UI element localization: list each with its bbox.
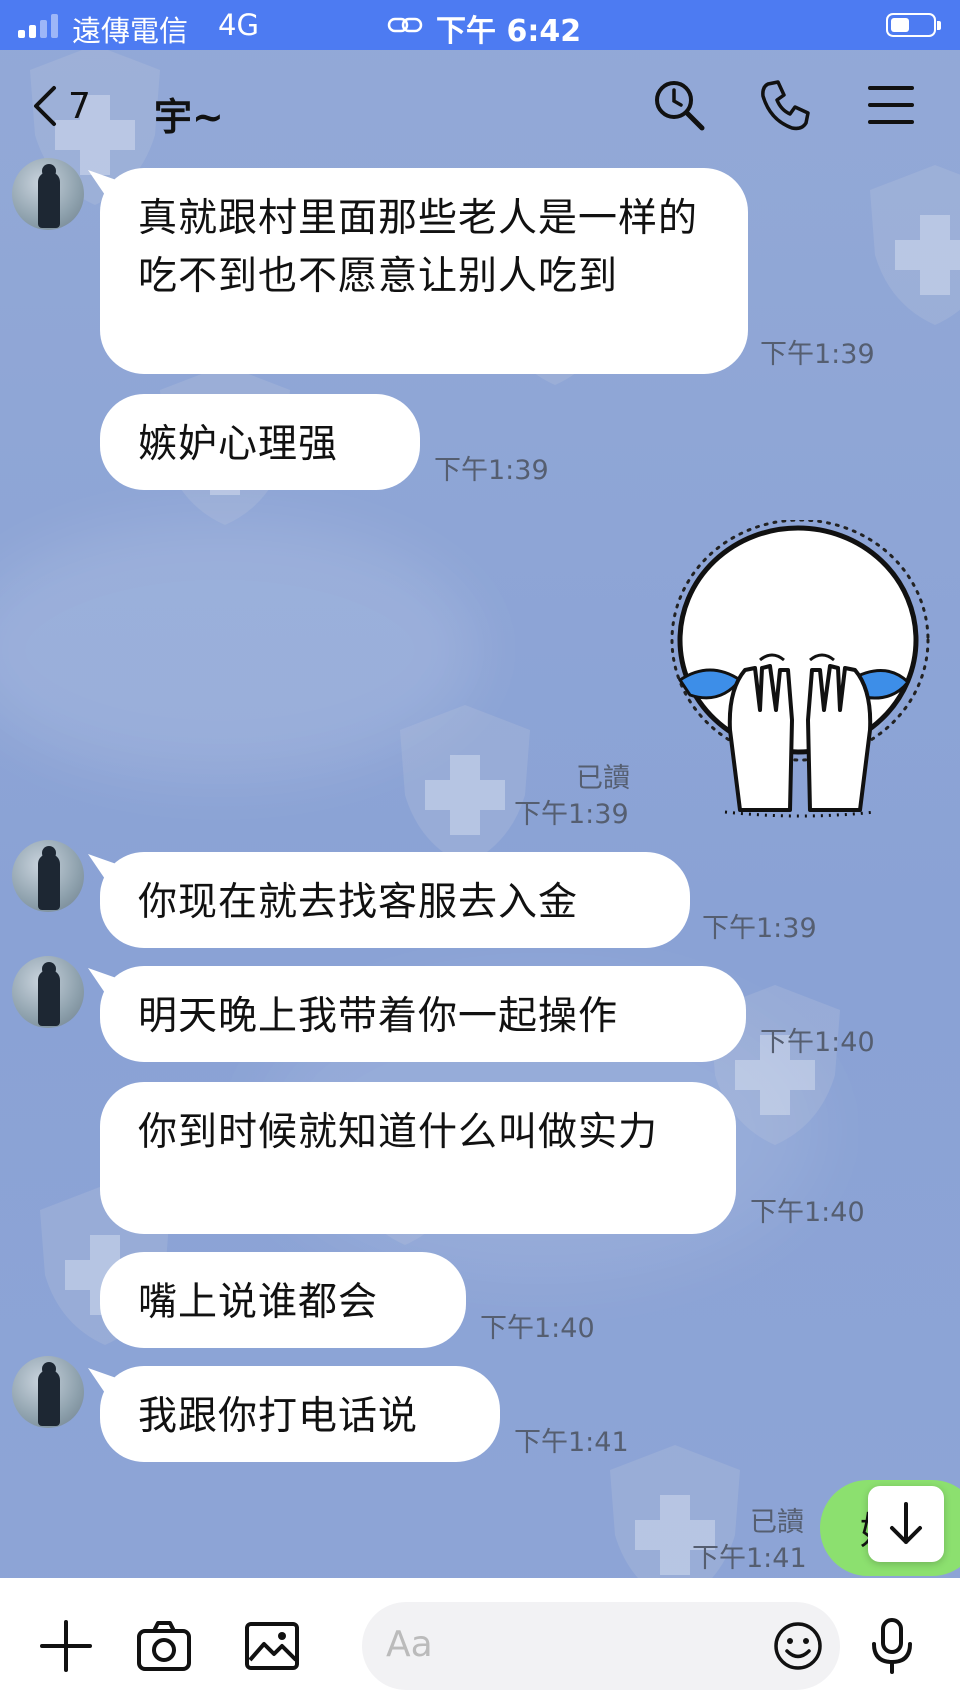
message-bubble[interactable]: 你到时候就知道什么叫做实力 bbox=[100, 1082, 736, 1234]
message-bubble[interactable]: 我跟你打电话说 bbox=[100, 1366, 500, 1462]
read-receipt: 已讀 bbox=[576, 763, 630, 794]
message-bubble[interactable]: 真就跟村里面那些老人是一样的 吃不到也不愿意让别人吃到 bbox=[100, 168, 748, 374]
emoji-icon[interactable] bbox=[768, 1616, 828, 1676]
chat-title: 宇~ bbox=[154, 95, 224, 139]
read-receipt: 已讀 bbox=[750, 1507, 804, 1538]
message-time: 下午1:39 bbox=[760, 339, 875, 370]
message-time: 下午1:40 bbox=[750, 1197, 865, 1228]
chat-header: 7 宇~ bbox=[0, 50, 960, 160]
message-text: 你到时候就知道什么叫做实力 bbox=[138, 1110, 659, 1155]
message-bubble[interactable]: 嘴上说谁都会 bbox=[100, 1252, 466, 1348]
chevron-left-icon bbox=[34, 86, 56, 126]
message-time: 下午1:39 bbox=[434, 455, 549, 486]
message-time: 下午1:41 bbox=[692, 1543, 807, 1574]
message-text: 嘴上说谁都会 bbox=[138, 1280, 379, 1325]
message-time: 下午1:40 bbox=[760, 1027, 875, 1058]
plus-icon[interactable] bbox=[36, 1616, 96, 1676]
crying-sticker[interactable] bbox=[650, 520, 930, 820]
message-input-bar: Aa bbox=[0, 1578, 960, 1708]
message-text: 你现在就去找客服去入金 bbox=[138, 880, 579, 925]
message-input[interactable]: Aa bbox=[362, 1602, 840, 1690]
avatar[interactable] bbox=[12, 956, 84, 1028]
link-icon bbox=[387, 17, 423, 33]
input-placeholder: Aa bbox=[386, 1624, 433, 1665]
message-bubble[interactable]: 你现在就去找客服去入金 bbox=[100, 852, 690, 948]
message-bubble[interactable]: 嫉妒心理强 bbox=[100, 394, 420, 490]
message-time: 下午1:39 bbox=[514, 799, 629, 830]
message-text: 嫉妒心理强 bbox=[138, 422, 339, 467]
status-time: 下午 6:42 bbox=[436, 14, 582, 49]
message-time: 下午1:39 bbox=[702, 913, 817, 944]
battery-icon bbox=[886, 13, 941, 37]
menu-icon[interactable] bbox=[864, 78, 918, 132]
back-button[interactable]: 7 bbox=[30, 80, 91, 132]
camera-icon[interactable] bbox=[134, 1616, 194, 1676]
message-time: 下午1:41 bbox=[514, 1427, 629, 1458]
status-bar: 遠傳電信 4G 下午 6:42 bbox=[0, 0, 960, 50]
message-bubble[interactable]: 明天晚上我带着你一起操作 bbox=[100, 966, 746, 1062]
avatar[interactable] bbox=[12, 1356, 84, 1428]
network-type: 4G bbox=[218, 8, 259, 42]
avatar[interactable] bbox=[12, 158, 84, 230]
arrow-down-icon bbox=[890, 1502, 922, 1544]
carrier-name: 遠傳電信 bbox=[72, 14, 189, 48]
phone-icon[interactable] bbox=[758, 78, 812, 132]
image-icon[interactable] bbox=[242, 1616, 302, 1676]
microphone-icon[interactable] bbox=[862, 1616, 922, 1676]
message-text: 我跟你打电话说 bbox=[138, 1394, 419, 1439]
message-text: 明天晚上我带着你一起操作 bbox=[138, 994, 619, 1039]
message-text: 真就跟村里面那些老人是一样的 吃不到也不愿意让别人吃到 bbox=[138, 196, 699, 299]
scroll-to-bottom-button[interactable] bbox=[868, 1486, 944, 1562]
message-time: 下午1:40 bbox=[480, 1313, 595, 1344]
unread-count: 7 bbox=[68, 85, 91, 127]
search-icon[interactable] bbox=[652, 78, 706, 132]
avatar[interactable] bbox=[12, 840, 84, 912]
